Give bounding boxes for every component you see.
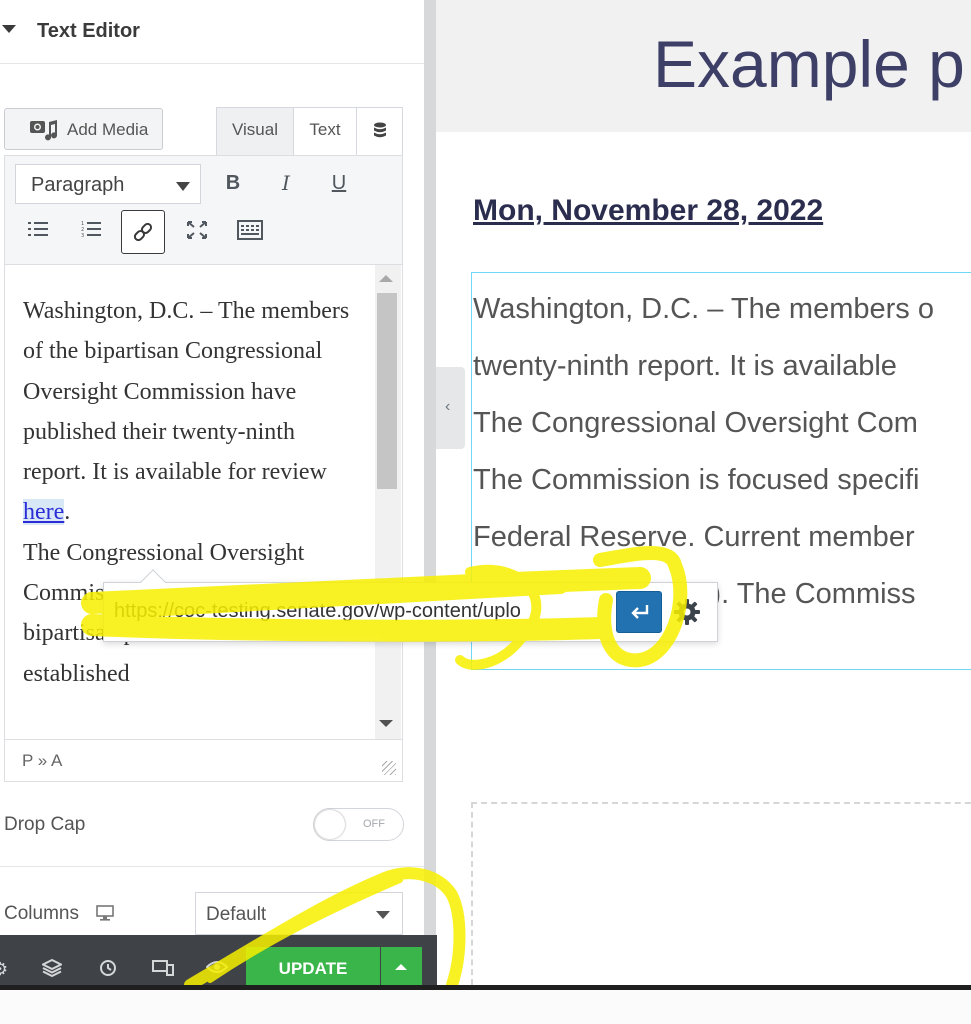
fullscreen-icon (187, 221, 207, 239)
desktop-icon (96, 905, 115, 921)
columns-select-value: Default (206, 904, 267, 925)
toolbar-toggle-button[interactable] (228, 210, 272, 254)
numbered-list-icon: 1 2 3 (81, 221, 101, 239)
preview-paragraph: Washington, D.C. – The members o twenty-… (473, 281, 971, 623)
preview-line: Federal Reserve. Current member (473, 521, 915, 553)
divider (0, 866, 424, 867)
editor-window: Example p Mon, November 28, 2022 Washing… (0, 0, 971, 1024)
chevron-left-icon: ‹ (445, 398, 451, 415)
tab-visual[interactable]: Visual (216, 107, 294, 155)
scroll-up-icon[interactable] (379, 275, 393, 282)
dynamic-tags-button[interactable] (356, 107, 403, 155)
italic-button[interactable]: I (264, 161, 308, 205)
settings-icon[interactable]: ⚙ (0, 959, 8, 980)
scroll-thumb[interactable] (377, 293, 397, 489)
columns-label-text: Columns (4, 903, 79, 924)
link-url-input[interactable]: https://coc-testing.senate.gov/wp-conten… (114, 595, 604, 629)
dropdown-arrow-icon (176, 182, 190, 191)
rich-text-editor[interactable]: Washington, D.C. – The members of the bi… (4, 265, 403, 739)
gear-icon (674, 599, 700, 625)
responsive-icon[interactable] (152, 959, 174, 982)
numbered-list-button[interactable]: 1 2 3 (69, 210, 113, 254)
section-title: Text Editor (37, 20, 140, 42)
date-heading[interactable]: Mon, November 28, 2022 (473, 194, 823, 228)
editor-toolbar: Paragraph B I U 1 2 3 (4, 155, 403, 265)
scroll-down-icon[interactable] (379, 720, 393, 727)
underline-button[interactable]: U (317, 161, 361, 205)
preview-content: Mon, November 28, 2022 Washington, D.C. … (436, 132, 971, 985)
history-icon[interactable] (98, 959, 118, 982)
resize-grip-icon[interactable] (382, 761, 396, 775)
bullet-list-button[interactable] (16, 210, 60, 254)
keyboard-icon (237, 220, 263, 240)
editor-statusbar: P » A (4, 739, 403, 782)
tab-text[interactable]: Text (293, 107, 357, 155)
columns-label: Columns (4, 903, 115, 925)
editor-paragraph: Washington, D.C. – The members of the bi… (23, 291, 363, 533)
page-preview: Example p Mon, November 28, 2022 Washing… (436, 0, 971, 985)
empty-section-dropzone[interactable] (471, 802, 971, 985)
apply-link-button[interactable] (616, 591, 662, 633)
preview-line: The Congressional Oversight Com (473, 407, 918, 439)
svg-text:3: 3 (81, 233, 84, 238)
editor-panel: Text Editor Add Media Visual Text Paragr… (0, 0, 424, 985)
format-select-value: Paragraph (31, 174, 125, 196)
add-media-button[interactable]: Add Media (4, 108, 163, 150)
format-select[interactable]: Paragraph (15, 164, 201, 204)
editor-text-segment: Washington, D.C. – The members of the bi… (23, 298, 350, 486)
element-path[interactable]: P » A (22, 751, 62, 771)
preview-line: Washington, D.C. – The members o (473, 293, 934, 325)
preview-eye-icon[interactable] (205, 959, 229, 980)
drop-cap-label: Drop Cap (4, 814, 86, 835)
editor-text-segment: . (64, 499, 71, 526)
toggle-knob (315, 810, 345, 839)
media-icon (30, 120, 58, 141)
editor-scrollbar[interactable] (375, 265, 401, 739)
preview-line: twenty-ninth report. It is available (473, 350, 897, 382)
enter-icon (631, 605, 649, 619)
preview-line: The Commission is focused specifi (473, 464, 920, 496)
link-options-button[interactable] (670, 595, 704, 629)
save-options-button[interactable] (381, 947, 422, 985)
window-bottom-edge (0, 985, 971, 1024)
bold-button[interactable]: B (211, 161, 255, 205)
link-button[interactable] (121, 210, 165, 254)
dropdown-arrow-icon (376, 911, 390, 919)
database-icon (373, 122, 386, 138)
title-band: Example p (436, 0, 971, 132)
bullet-list-icon (28, 222, 48, 236)
collapse-panel-button[interactable]: ‹ (436, 367, 465, 449)
drop-cap-toggle[interactable]: OFF (313, 808, 404, 841)
section-header[interactable]: Text Editor (0, 0, 424, 64)
panel-divider[interactable] (424, 0, 436, 985)
caret-down-icon (2, 25, 16, 33)
toggle-state: OFF (363, 818, 385, 830)
page-title: Example p (653, 27, 965, 101)
fullscreen-button[interactable] (175, 210, 219, 254)
columns-select[interactable]: Default (195, 892, 403, 935)
add-media-label: Add Media (67, 120, 149, 139)
layers-icon[interactable] (40, 958, 64, 982)
link-popover: https://coc-testing.senate.gov/wp-conten… (103, 569, 718, 642)
update-button[interactable]: UPDATE (246, 947, 380, 985)
editor-link-here[interactable]: here (23, 499, 65, 526)
link-icon (133, 222, 153, 242)
